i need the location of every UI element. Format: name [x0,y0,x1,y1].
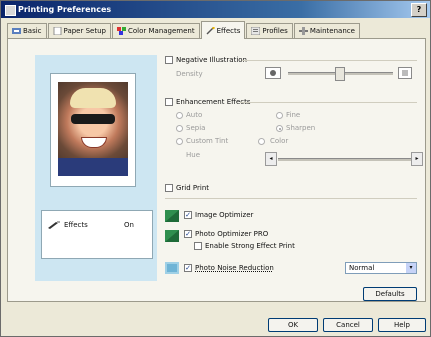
photo-optimizer-label: Photo Optimizer PRO [195,230,269,238]
summary-effect-name: Effects [64,221,88,229]
density-low-icon [265,67,281,79]
tab-label: Paper Setup [63,27,106,35]
radio-custom-tint-label: Custom Tint [186,137,229,145]
image-optimizer-label: Image Optimizer [195,211,254,219]
help-button[interactable]: Help [378,318,426,332]
tab-color-management[interactable]: Color Management [111,23,200,38]
tab-basic[interactable]: Basic [7,23,47,38]
radio-sharpen-label: Sharpen [286,124,316,132]
noise-reduction-dropdown-value: Normal [349,264,375,272]
tab-bar: Basic Paper Setup Color Management Effec… [7,21,424,39]
enable-strong-effect-checkbox[interactable] [194,242,202,250]
grid-print-checkbox[interactable] [165,184,173,192]
radio-fine[interactable] [276,112,283,119]
radio-sepia[interactable] [176,125,183,132]
photo-optimizer-checkbox[interactable]: ✓ [184,230,192,238]
hue-label: Hue [186,151,201,159]
tab-effects[interactable]: Effects [200,21,246,39]
printer-app-icon [5,5,16,16]
radio-fine-label: Fine [286,111,301,119]
cancel-button[interactable]: Cancel [323,318,373,332]
paper-icon [53,27,61,35]
tab-label: Profiles [262,27,288,35]
tab-label: Effects [216,26,241,35]
radio-color-label: Color [270,137,289,145]
density-label: Density [176,70,203,78]
window-title: Printing Preferences [18,5,112,14]
radio-auto-label: Auto [186,111,203,119]
photo-optimizer-icon [165,230,179,242]
tab-label: Color Management [127,27,195,35]
noise-reduction-dropdown[interactable]: Normal ▾ [345,262,417,274]
photo-noise-reduction-icon [165,262,179,274]
ok-button[interactable]: OK [268,318,318,332]
image-optimizer-icon [165,210,179,222]
preview-area: Effects On [35,55,157,281]
tools-icon [298,27,308,35]
enhancement-effects-checkbox[interactable] [165,98,173,106]
tab-maintenance[interactable]: Maintenance [293,23,360,38]
tab-label: Maintenance [309,27,355,35]
photo-noise-reduction-checkbox[interactable]: ✓ [184,264,192,272]
preview-photo-card [50,73,136,187]
photo-noise-reduction-label: Photo Noise Reduction [195,264,274,272]
hue-left-arrow[interactable]: ◂ [265,152,277,166]
tab-profiles[interactable]: Profiles [246,23,293,38]
title-bar: Printing Preferences ? [1,1,430,18]
preview-photo-image [58,82,128,176]
enable-strong-effect-label: Enable Strong Effect Print [205,242,295,250]
quick-setup-icon [12,28,21,34]
density-high-icon [398,67,412,79]
tab-label: Basic [23,27,42,35]
hue-slider-track[interactable] [278,158,413,161]
printing-preferences-dialog: Printing Preferences ? Basic Paper Setup… [0,0,431,337]
summary-effect-value: On [124,221,134,229]
radio-auto[interactable] [176,112,183,119]
density-slider-thumb[interactable] [334,67,345,81]
effects-panel: Effects On Negative Illustration Density… [7,38,426,302]
help-title-button[interactable]: ? [411,3,427,17]
negative-illustration-checkbox[interactable] [165,56,173,64]
chevron-down-icon[interactable]: ▾ [406,263,416,273]
tab-paper-setup[interactable]: Paper Setup [47,23,111,38]
radio-sharpen[interactable] [276,125,283,132]
hue-right-arrow[interactable]: ▸ [411,152,423,166]
image-optimizer-checkbox[interactable]: ✓ [184,211,192,219]
pen-icon [48,221,60,229]
effects-summary-box: Effects On [41,210,153,259]
color-icon [116,27,126,35]
magic-wand-icon [206,26,215,34]
profile-icon [251,27,261,35]
defaults-button[interactable]: Defaults [363,287,417,301]
radio-color[interactable] [258,138,265,145]
negative-illustration-label: Negative Illustration [176,56,247,64]
radio-sepia-label: Sepia [186,124,206,132]
radio-custom-tint[interactable] [176,138,183,145]
grid-print-label: Grid Print [176,184,210,192]
